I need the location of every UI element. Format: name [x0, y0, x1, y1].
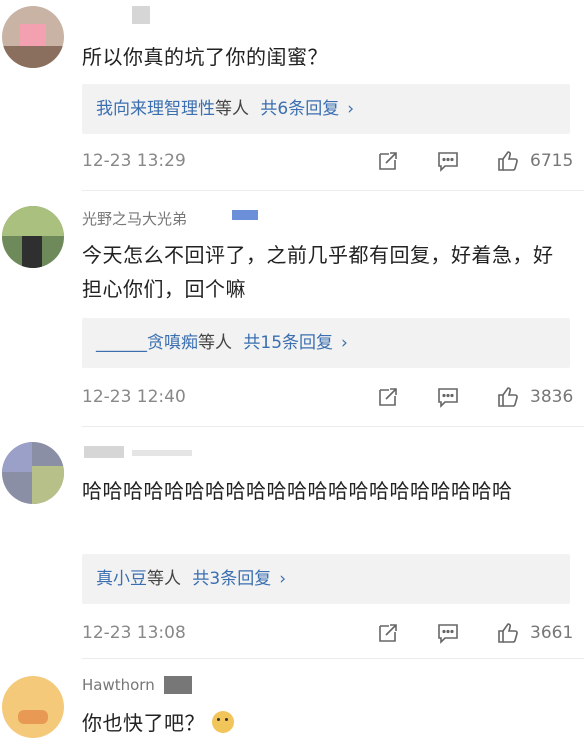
comment-meta: 12-23 12:40 3836 [82, 382, 582, 412]
chevron-right-icon: › [341, 333, 348, 353]
redacted-username [132, 450, 192, 456]
reply-suffix: 等人 [198, 333, 232, 353]
username[interactable]: 光野之马大光弟 [82, 208, 187, 229]
share-icon[interactable] [376, 621, 400, 645]
reply-count[interactable]: 共15条回复 [243, 333, 333, 353]
comment-text: 今天怎么不回评了，之前几乎都有回复，好着急，好担心你们，回个嘛 [82, 243, 554, 301]
avatar-image-detail [32, 466, 64, 504]
reply-summary[interactable]: 真小豆等人 共3条回复 › [96, 554, 286, 604]
chevron-right-icon: › [279, 569, 287, 589]
comment-2: 光野之马大光弟 今天怎么不回评了，之前几乎都有回复，好着急，好担心你们，回个嘛 … [0, 200, 584, 436]
avatar[interactable] [2, 676, 64, 738]
redacted-username [164, 676, 192, 694]
comment-3: 哈哈哈哈哈哈哈哈哈哈哈哈哈哈哈哈哈哈哈哈哈 真小豆等人 共3条回复 › 12-23… [0, 436, 584, 662]
comment-text: 所以你真的坑了你的闺蜜？ [82, 45, 328, 69]
timestamp: 12-23 12:40 [82, 387, 186, 407]
like-count: 6715 [530, 151, 574, 171]
comment-text: 哈哈哈哈哈哈哈哈哈哈哈哈哈哈哈哈哈哈哈哈哈 [82, 479, 513, 503]
username[interactable]: Hawthorn [82, 676, 155, 694]
comment-text-content: 你也快了吧？ [82, 711, 205, 735]
chevron-right-icon: › [347, 99, 355, 119]
avatar-image-detail [2, 442, 32, 472]
like-count: 3661 [530, 623, 574, 643]
avatar-image-detail [2, 46, 64, 68]
comment-icon[interactable] [436, 385, 460, 409]
comment-4: Hawthorn 你也快了吧？ [0, 662, 584, 750]
reply-suffix: 等人 [147, 569, 181, 589]
comment-1: 所以你真的坑了你的闺蜜？ 我向来理智理性等人 共6条回复 › 12-23 13:2… [0, 0, 584, 200]
reply-count[interactable]: 共3条回复 [192, 569, 271, 589]
divider [82, 190, 584, 191]
avatar-image-detail [18, 710, 48, 724]
share-icon[interactable] [376, 385, 400, 409]
comment-icon[interactable] [436, 149, 460, 173]
reply-users[interactable]: 我向来理智理性 [96, 99, 215, 119]
dog-face-emoji [211, 711, 234, 733]
comment-meta: 12-23 13:29 6715 [82, 146, 582, 176]
reply-preview[interactable]: ______贪嗔痴等人 共15条回复 › [82, 318, 570, 368]
avatar[interactable] [2, 206, 64, 268]
reply-preview[interactable]: 真小豆等人 共3条回复 › [82, 554, 570, 604]
reply-users[interactable]: 真小豆 [96, 569, 147, 589]
avatar-image-detail [2, 206, 64, 236]
thumbs-up-icon[interactable] [496, 385, 520, 409]
redacted-username [132, 6, 150, 24]
thumbs-up-icon[interactable] [496, 149, 520, 173]
divider [82, 426, 584, 427]
avatar[interactable] [2, 6, 64, 68]
timestamp: 12-23 13:08 [82, 623, 186, 643]
reply-summary[interactable]: ______贪嗔痴等人 共15条回复 › [96, 318, 348, 368]
reply-count[interactable]: 共6条回复 [260, 99, 339, 119]
avatar-image-detail [22, 236, 42, 268]
reply-summary[interactable]: 我向来理智理性等人 共6条回复 › [96, 84, 354, 134]
avatar[interactable] [2, 442, 64, 504]
redacted-username [84, 446, 124, 458]
thumbs-up-icon[interactable] [496, 621, 520, 645]
reply-suffix: 等人 [215, 99, 249, 119]
comment-meta: 12-23 13:08 3661 [82, 618, 582, 648]
timestamp: 12-23 13:29 [82, 151, 186, 171]
comment-text: 你也快了吧？ [82, 706, 562, 740]
comment-icon[interactable] [436, 621, 460, 645]
reply-users[interactable]: ______贪嗔痴 [96, 333, 198, 353]
divider [82, 658, 584, 659]
share-icon[interactable] [376, 149, 400, 173]
reply-preview[interactable]: 我向来理智理性等人 共6条回复 › [82, 84, 570, 134]
like-count: 3836 [530, 387, 574, 407]
user-badge [232, 210, 258, 220]
